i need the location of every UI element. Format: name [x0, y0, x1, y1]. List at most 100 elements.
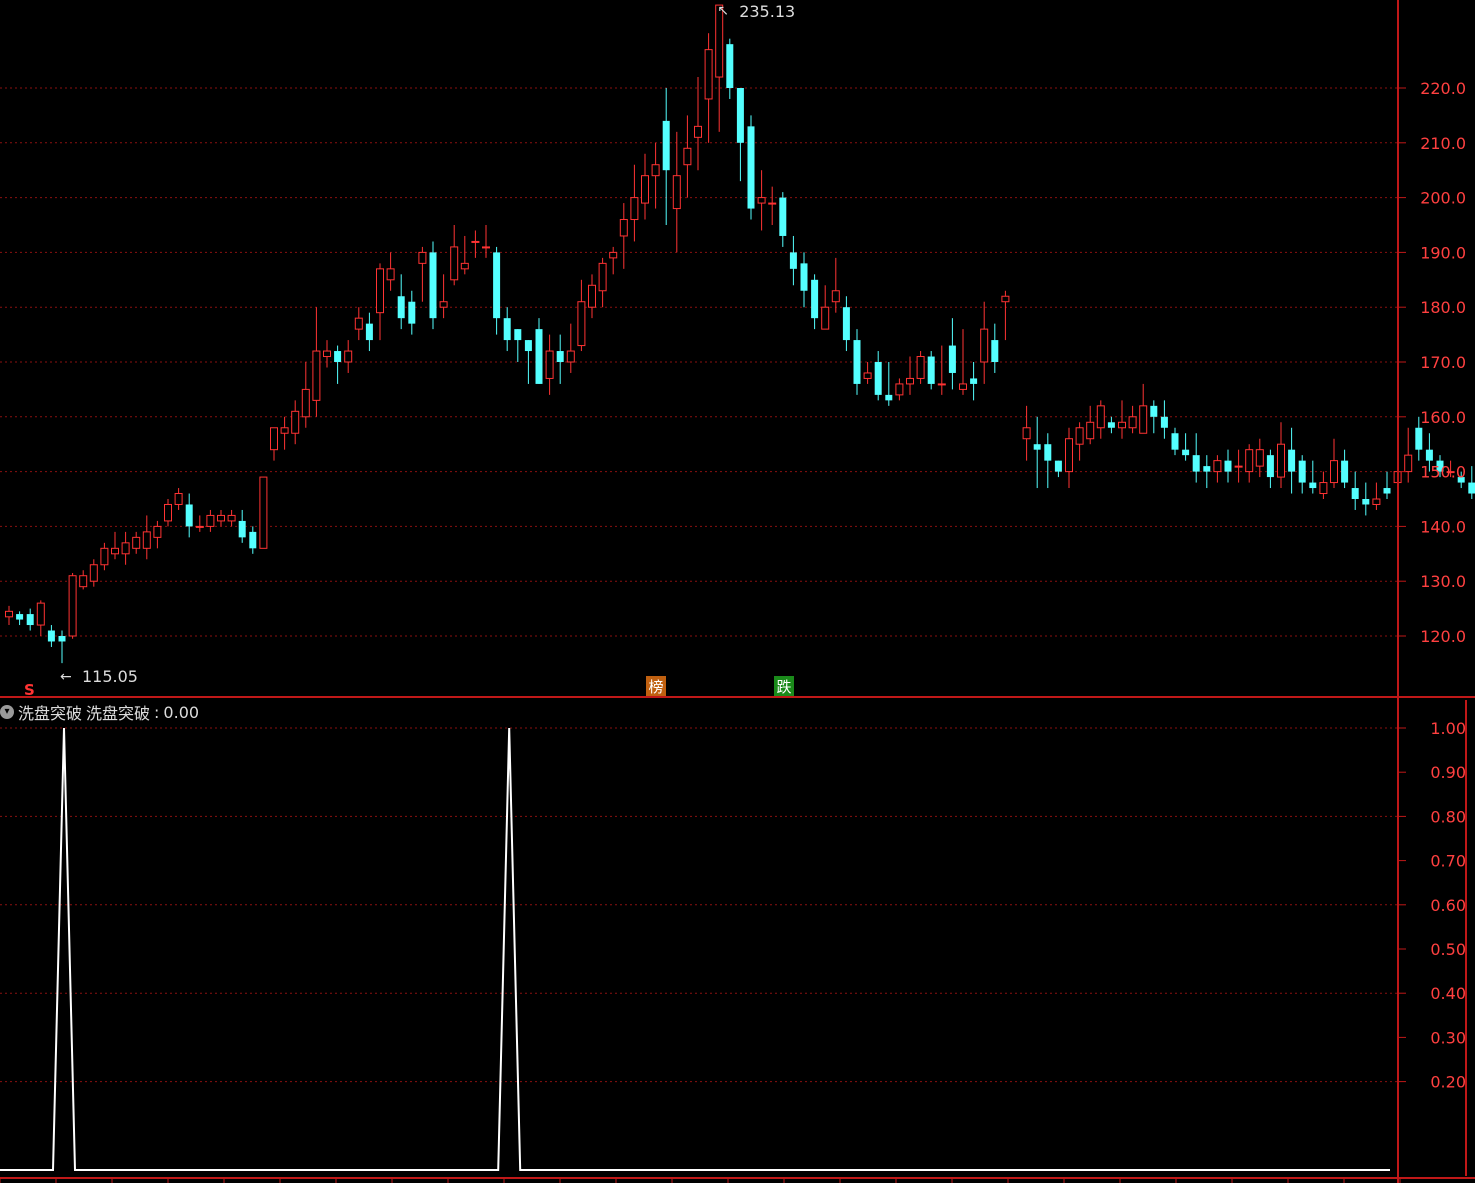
candle-body: [619, 219, 628, 237]
candle-body: [1128, 416, 1137, 429]
candle-body: [895, 383, 904, 396]
y-tick-label: 0.70: [1430, 852, 1466, 871]
candle-body: [1404, 454, 1413, 473]
candle-body: [153, 525, 162, 538]
low-price-label: 115.05: [82, 667, 138, 686]
candle-body: [1362, 499, 1370, 505]
candle-body: [662, 120, 670, 171]
candle-body: [397, 296, 405, 319]
candle-body: [736, 88, 744, 143]
candle-body: [980, 328, 989, 363]
candle-body: [16, 614, 24, 620]
candle-body: [439, 301, 448, 308]
candle-body: [630, 197, 639, 221]
indicator-colon: :: [154, 702, 160, 722]
candle-body: [206, 514, 215, 527]
candle-body: [111, 547, 119, 555]
candle-body: [1065, 438, 1073, 473]
candle-body: [1086, 421, 1095, 440]
candle-body: [641, 175, 649, 204]
candle-body: [1096, 405, 1105, 429]
candle-body: [1118, 421, 1126, 429]
candle-body: [1182, 449, 1190, 456]
candle-body: [291, 410, 300, 434]
low-arrow: ←: [60, 669, 72, 685]
candle-body: [334, 351, 342, 362]
candle-body: [1160, 416, 1168, 428]
candle-body: [121, 542, 130, 555]
candle-body: [757, 197, 766, 204]
high-price-label: 235.13: [739, 2, 795, 21]
indicator-title: ▾ 洗盘突破 洗盘突破: 0.00: [0, 700, 199, 724]
candle-body: [885, 394, 893, 401]
candle-body: [493, 252, 501, 319]
candle-body: [1139, 405, 1148, 434]
candle-body: [100, 547, 109, 566]
candle-body: [1022, 427, 1031, 440]
candle-body: [429, 252, 437, 319]
candle-body: [1150, 405, 1158, 417]
candle-body: [853, 340, 861, 384]
candle-body: [164, 503, 172, 522]
candle-body: [36, 602, 45, 626]
y-tick-label: 0.80: [1430, 807, 1466, 826]
candle-body: [747, 126, 755, 209]
candle-body: [142, 531, 151, 549]
y-tick-label: 220.0: [1420, 79, 1466, 98]
y-tick-label: 0.20: [1430, 1073, 1466, 1092]
high-arrow: ↖: [717, 3, 729, 19]
y-tick-label: 130.0: [1420, 572, 1466, 591]
candle-body: [1001, 295, 1010, 303]
candle-body: [651, 164, 660, 177]
candle-body: [1415, 427, 1423, 450]
candle-body: [5, 610, 13, 618]
candle-body: [1245, 449, 1254, 473]
candle-body: [1288, 449, 1296, 472]
candle-body: [704, 49, 713, 100]
candle-body: [598, 262, 607, 292]
y-tick-label: 1.00: [1430, 719, 1466, 738]
candle-body: [514, 329, 522, 341]
y-tick-label: 190.0: [1420, 243, 1466, 262]
chevron-down-icon[interactable]: ▾: [0, 705, 14, 719]
candle-body: [524, 340, 532, 352]
candle-body: [588, 284, 596, 308]
candle-body: [1203, 466, 1211, 472]
candle-body: [1277, 443, 1285, 478]
candle-body: [1075, 427, 1084, 445]
candle-body: [927, 356, 935, 384]
y-tick-label: 140.0: [1420, 517, 1466, 536]
candle-body: [1192, 455, 1200, 472]
candle-body: [874, 362, 882, 395]
candle-body: [280, 427, 289, 434]
candle-body: [471, 240, 480, 243]
candle-body: [672, 175, 681, 210]
y-tick-label: 0.50: [1430, 940, 1466, 959]
candle-body: [227, 514, 236, 522]
candle-body: [1372, 498, 1381, 505]
candle-body: [937, 383, 946, 386]
candle-body: [68, 575, 77, 637]
candle-body: [217, 514, 225, 522]
candle-body: [959, 383, 967, 390]
candle-body: [376, 268, 384, 314]
y-tick-label: 200.0: [1420, 189, 1466, 208]
candle-body: [1213, 460, 1222, 473]
candle-body: [545, 350, 554, 379]
candle-body: [270, 427, 278, 451]
candle-body: [609, 251, 618, 259]
candle-body: [1234, 465, 1243, 468]
y-tick-label: 120.0: [1420, 627, 1466, 646]
candle-body: [1425, 449, 1433, 461]
y-tick-label: 180.0: [1420, 298, 1466, 317]
candle-body: [482, 246, 490, 249]
candle-body: [779, 197, 787, 236]
candle-body: [386, 268, 395, 281]
candle-body: [1255, 449, 1264, 467]
candle-body: [906, 377, 914, 385]
chart-stage: 220.0 210.0 200.0 190.0 180.0 170.0 160.0 150.0…: [0, 0, 1475, 1183]
candle-body: [132, 536, 141, 549]
candle-body: [301, 388, 310, 418]
candle-body: [195, 525, 204, 528]
candle-body: [1107, 422, 1115, 428]
